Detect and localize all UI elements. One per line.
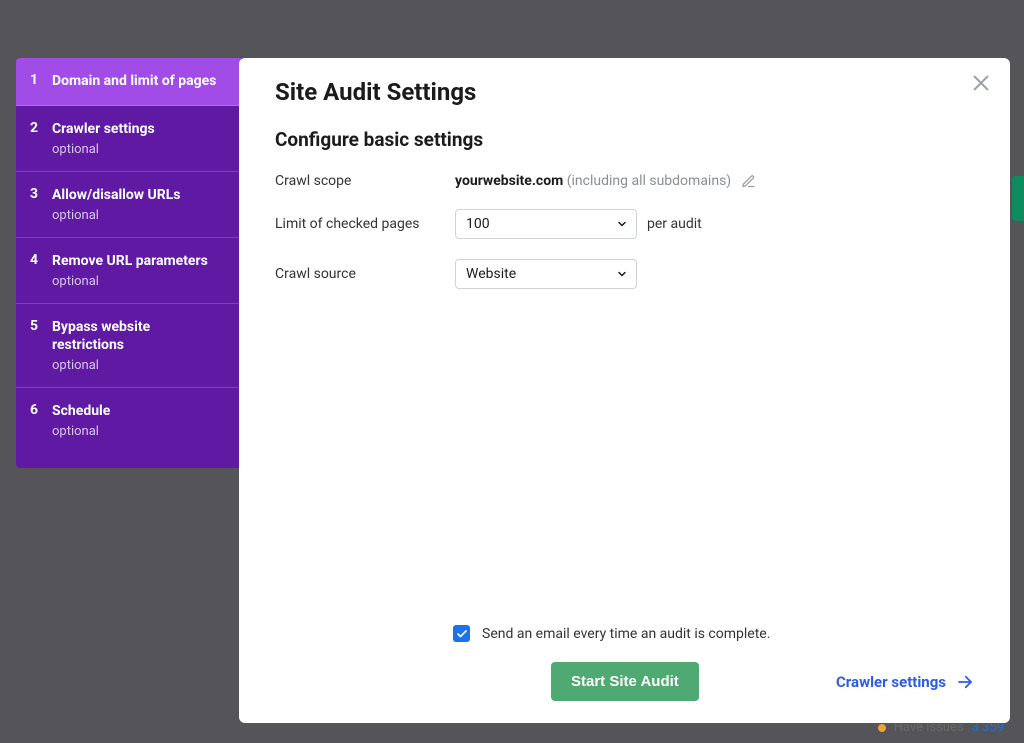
limit-pages-label: Limit of checked pages xyxy=(275,216,455,232)
limit-pages-select[interactable]: 100 xyxy=(455,209,637,239)
step-title: Schedule xyxy=(52,402,225,421)
step-number: 6 xyxy=(30,402,52,418)
step-number: 1 xyxy=(30,72,52,88)
edit-crawl-scope-button[interactable] xyxy=(741,174,756,189)
crawl-scope-domain: yourwebsite.com xyxy=(455,173,563,189)
step-number: 5 xyxy=(30,318,52,334)
close-button[interactable] xyxy=(970,72,992,94)
step-optional-label: optional xyxy=(52,358,225,373)
step-number: 4 xyxy=(30,252,52,268)
step-optional-label: optional xyxy=(52,274,225,289)
next-link-label: Crawler settings xyxy=(836,673,946,691)
close-icon xyxy=(970,72,992,94)
step-number: 2 xyxy=(30,120,52,136)
row-limit-pages: Limit of checked pages 100 per audit xyxy=(275,209,974,239)
step-remove-url-parameters[interactable]: 4 Remove URL parameters optional xyxy=(16,238,241,304)
panel-footer: Send an email every time an audit is com… xyxy=(275,625,974,701)
step-optional-label: optional xyxy=(52,208,225,223)
step-domain-and-limit[interactable]: 1 Domain and limit of pages xyxy=(16,58,241,106)
step-optional-label: optional xyxy=(52,142,225,157)
step-title: Allow/disallow URLs xyxy=(52,186,225,205)
step-crawler-settings[interactable]: 2 Crawler settings optional xyxy=(16,106,241,172)
email-notify-label: Send an email every time an audit is com… xyxy=(482,626,770,642)
panel-subtitle: Configure basic settings xyxy=(275,128,974,151)
pencil-icon xyxy=(741,174,756,189)
start-site-audit-button[interactable]: Start Site Audit xyxy=(551,662,699,701)
settings-steps-sidebar: 1 Domain and limit of pages 2 Crawler se… xyxy=(16,58,241,468)
step-title: Remove URL parameters xyxy=(52,252,225,271)
step-optional-label: optional xyxy=(52,424,225,439)
limit-suffix: per audit xyxy=(647,216,702,232)
crawler-settings-link[interactable]: Crawler settings xyxy=(836,673,974,691)
crawl-scope-label: Crawl scope xyxy=(275,173,455,189)
step-number: 3 xyxy=(30,186,52,202)
checkmark-icon xyxy=(456,628,468,640)
step-allow-disallow-urls[interactable]: 3 Allow/disallow URLs optional xyxy=(16,172,241,238)
modal: 1 Domain and limit of pages 2 Crawler se… xyxy=(16,58,1010,723)
step-schedule[interactable]: 6 Schedule optional xyxy=(16,388,241,453)
chevron-down-icon xyxy=(616,218,628,230)
row-crawl-scope: Crawl scope yourwebsite.com (including a… xyxy=(275,173,974,189)
crawl-source-label: Crawl source xyxy=(275,266,455,282)
limit-pages-value: 100 xyxy=(466,216,490,232)
email-notify-row: Send an email every time an audit is com… xyxy=(453,625,974,642)
row-crawl-source: Crawl source Website xyxy=(275,259,974,289)
arrow-right-icon xyxy=(956,673,974,691)
step-title: Crawler settings xyxy=(52,120,225,139)
step-title: Bypass website restrictions xyxy=(52,318,225,356)
crawl-source-value: Website xyxy=(466,266,516,282)
bg-green-strip xyxy=(1012,176,1024,221)
settings-form: Crawl scope yourwebsite.com (including a… xyxy=(275,173,974,289)
crawl-scope-hint: (including all subdomains) xyxy=(567,173,731,189)
crawl-source-select[interactable]: Website xyxy=(455,259,637,289)
panel-title: Site Audit Settings xyxy=(275,78,974,106)
chevron-down-icon xyxy=(616,268,628,280)
email-notify-checkbox[interactable] xyxy=(453,625,470,642)
settings-panel: Site Audit Settings Configure basic sett… xyxy=(239,58,1010,723)
warning-dot-icon xyxy=(878,724,886,732)
step-title: Domain and limit of pages xyxy=(52,72,225,91)
step-bypass-restrictions[interactable]: 5 Bypass website restrictions optional xyxy=(16,304,241,389)
